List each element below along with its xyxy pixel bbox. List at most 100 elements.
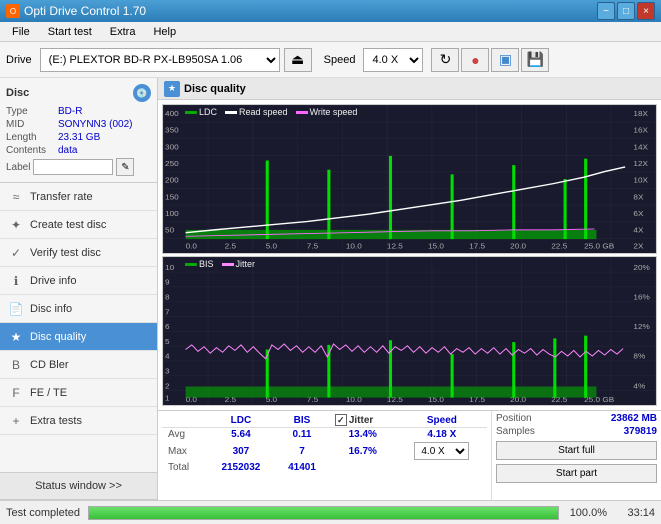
nav-disc-info-label: Disc info <box>30 303 72 315</box>
eject-button[interactable]: ⏏ <box>284 48 312 72</box>
legend-jitter-color <box>222 263 234 266</box>
toolbar-btn-3[interactable]: ▣ <box>491 48 519 72</box>
svg-text:2X: 2X <box>633 242 644 251</box>
total-label: Total <box>162 461 207 474</box>
disc-icon: 💿 <box>133 84 151 102</box>
disc-length-row: Length 23.31 GB <box>6 132 151 143</box>
stats-avg-row: Avg 5.64 0.11 13.4% 4.18 X <box>162 428 487 442</box>
total-jitter-blank <box>329 461 397 474</box>
max-speed-dropdown[interactable]: 4.0 X <box>414 442 469 460</box>
toolbar-btn-4[interactable]: 💾 <box>521 48 549 72</box>
svg-text:1: 1 <box>165 394 170 403</box>
max-ldc: 307 <box>207 441 276 461</box>
nav-transfer-rate[interactable]: ≈ Transfer rate <box>0 183 157 211</box>
disc-panel: Disc 💿 Type BD-R MID SONYNN3 (002) Lengt… <box>0 78 157 183</box>
drive-info-icon: ℹ <box>8 273 24 289</box>
disc-mid-label: MID <box>6 119 58 130</box>
avg-bis: 0.11 <box>275 428 329 442</box>
svg-text:150: 150 <box>165 193 179 202</box>
max-jitter: 16.7% <box>329 441 397 461</box>
samples-row: Samples 379819 <box>496 426 657 437</box>
svg-text:8: 8 <box>165 293 170 302</box>
nav-cd-bler[interactable]: B CD Bler <box>0 351 157 379</box>
disc-length-value: 23.31 GB <box>58 132 100 143</box>
start-part-button[interactable]: Start part <box>496 464 657 483</box>
ldc-chart-svg: 400 350 300 250 200 150 100 50 18X 16X 1… <box>163 105 656 253</box>
disc-header: Disc 💿 <box>6 84 151 102</box>
nav-disc-quality-label: Disc quality <box>30 331 86 343</box>
disc-label-button[interactable]: ✎ <box>116 158 134 176</box>
maximize-button[interactable]: □ <box>617 2 635 20</box>
disc-mid-row: MID SONYNN3 (002) <box>6 119 151 130</box>
create-test-disc-icon: ✦ <box>8 217 24 233</box>
nav-verify-test-disc-label: Verify test disc <box>30 247 101 259</box>
nav-fe-te[interactable]: F FE / TE <box>0 379 157 407</box>
svg-text:12X: 12X <box>633 159 648 168</box>
stats-max-row: Max 307 7 16.7% 4.0 X <box>162 441 487 461</box>
svg-text:3: 3 <box>165 367 170 376</box>
svg-text:15.0: 15.0 <box>428 242 445 251</box>
nav-create-test-disc[interactable]: ✦ Create test disc <box>0 211 157 239</box>
disc-label-label: Label <box>6 162 30 173</box>
svg-text:9: 9 <box>165 278 170 287</box>
svg-text:7.5: 7.5 <box>307 242 319 251</box>
verify-test-disc-icon: ✓ <box>8 245 24 261</box>
minimize-button[interactable]: − <box>597 2 615 20</box>
status-percent: 100.0% <box>567 507 607 519</box>
svg-text:18X: 18X <box>633 109 648 118</box>
menu-help[interactable]: Help <box>145 24 184 40</box>
close-button[interactable]: × <box>637 2 655 20</box>
svg-text:10: 10 <box>165 263 175 272</box>
disc-quality-title: Disc quality <box>184 83 246 95</box>
speed-select[interactable]: 4.0 X <box>363 48 423 72</box>
svg-text:300: 300 <box>165 143 179 152</box>
drive-select-wrap: (E:) PLEXTOR BD-R PX-LB950SA 1.06 ⏏ <box>40 48 312 72</box>
position-value: 23862 MB <box>611 413 657 424</box>
svg-text:6: 6 <box>165 323 170 332</box>
bis-jitter-chart: 10 9 8 7 6 5 4 3 2 1 20% 16% 12% 8% 4% <box>162 256 657 406</box>
svg-text:0.0: 0.0 <box>186 242 198 251</box>
status-window-button[interactable]: Status window >> <box>0 472 157 500</box>
disc-label-input[interactable] <box>33 159 113 175</box>
app-icon: O <box>6 4 20 18</box>
svg-text:4X: 4X <box>633 226 644 235</box>
legend-ldc-label: LDC <box>199 107 217 117</box>
menu-extra[interactable]: Extra <box>102 24 144 40</box>
drive-select[interactable]: (E:) PLEXTOR BD-R PX-LB950SA 1.06 <box>40 48 280 72</box>
svg-text:14X: 14X <box>633 143 648 152</box>
svg-text:10.0: 10.0 <box>346 242 363 251</box>
legend-ldc-color <box>185 111 197 114</box>
legend-read-speed-label: Read speed <box>239 107 288 117</box>
svg-text:5.0: 5.0 <box>266 242 278 251</box>
disc-contents-value: data <box>58 145 77 156</box>
disc-info-icon: 📄 <box>8 301 24 317</box>
nav-extra-tests[interactable]: + Extra tests <box>0 407 157 435</box>
legend-bis-color <box>185 263 197 266</box>
disc-type-value: BD-R <box>58 106 82 117</box>
svg-text:8%: 8% <box>633 352 645 361</box>
legend-ldc: LDC <box>185 107 217 117</box>
menu-file[interactable]: File <box>4 24 38 40</box>
toolbar-btn-1[interactable]: ↻ <box>431 48 459 72</box>
svg-text:400: 400 <box>165 109 179 118</box>
progress-fill <box>89 507 558 519</box>
svg-text:7: 7 <box>165 308 170 317</box>
toolbar-btn-2[interactable]: ● <box>461 48 489 72</box>
extra-tests-icon: + <box>8 413 24 429</box>
svg-text:2: 2 <box>165 382 170 391</box>
samples-label: Samples <box>496 426 535 437</box>
disc-quality-header: ★ Disc quality <box>158 78 661 100</box>
nav-disc-quality[interactable]: ★ Disc quality <box>0 323 157 351</box>
nav-verify-test-disc[interactable]: ✓ Verify test disc <box>0 239 157 267</box>
nav-disc-info[interactable]: 📄 Disc info <box>0 295 157 323</box>
bottom-stats: LDC BIS ✓ Jitter Speed <box>158 410 661 500</box>
jitter-checkbox[interactable]: ✓ <box>335 414 347 426</box>
status-time: 33:14 <box>615 507 655 519</box>
menu-start-test[interactable]: Start test <box>40 24 100 40</box>
legend-write-speed: Write speed <box>296 107 358 117</box>
stats-left: LDC BIS ✓ Jitter Speed <box>158 411 491 500</box>
start-full-button[interactable]: Start full <box>496 441 657 460</box>
nav-drive-info[interactable]: ℹ Drive info <box>0 267 157 295</box>
samples-value: 379819 <box>624 426 657 437</box>
svg-text:16X: 16X <box>633 126 648 135</box>
